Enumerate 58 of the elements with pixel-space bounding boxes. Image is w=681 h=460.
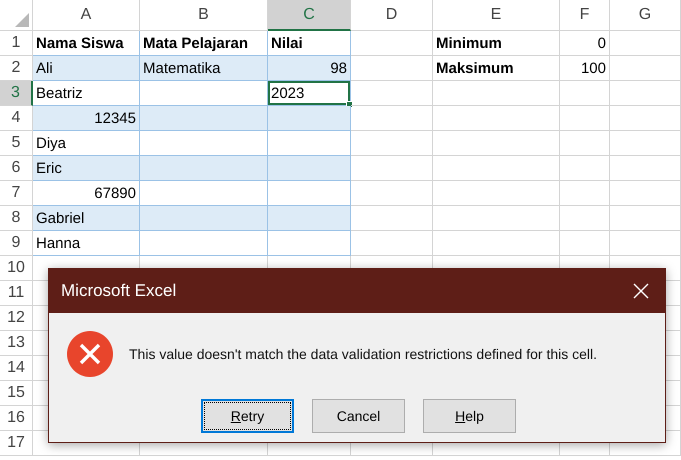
grid-cell — [610, 231, 681, 256]
error-icon — [67, 331, 113, 377]
grid-cell — [610, 206, 681, 231]
column-header[interactable]: D — [351, 0, 433, 31]
cell-label: Minimum — [433, 31, 560, 56]
column-header[interactable]: G — [610, 0, 681, 31]
row-header[interactable]: 17 — [0, 431, 33, 456]
row-header[interactable]: 6 — [0, 156, 33, 181]
grid-cell — [610, 31, 681, 56]
grid-cell — [560, 131, 610, 156]
dialog-title: Microsoft Excel — [61, 281, 176, 301]
table-cell: Gabriel — [33, 206, 140, 231]
row-header[interactable]: 11 — [0, 281, 33, 306]
grid-cell — [610, 106, 681, 131]
table-cell: Hanna — [33, 231, 140, 256]
dialog-button[interactable]: Help — [423, 399, 516, 433]
column-header[interactable]: A — [33, 0, 140, 31]
row-header[interactable]: 4 — [0, 106, 33, 131]
row-header[interactable]: 14 — [0, 356, 33, 381]
row-header[interactable]: 12 — [0, 306, 33, 331]
table-cell: 12345 — [33, 106, 140, 131]
table-cell: Matematika — [140, 56, 268, 81]
column-header[interactable]: C — [268, 0, 351, 31]
grid-cell — [560, 206, 610, 231]
column-header[interactable]: B — [140, 0, 268, 31]
row-header[interactable]: 10 — [0, 256, 33, 281]
grid-cell — [610, 181, 681, 206]
grid-cell — [560, 181, 610, 206]
row-header[interactable]: 15 — [0, 381, 33, 406]
error-message: This value doesn't match the data validation restrictions defined for this cell. — [129, 346, 598, 362]
row-header[interactable]: 8 — [0, 206, 33, 231]
column-header[interactable]: F — [560, 0, 610, 31]
grid-cell — [610, 131, 681, 156]
grid-cell — [560, 81, 610, 106]
row-header[interactable]: 3 — [0, 81, 33, 106]
grid-cell — [610, 156, 681, 181]
row-header[interactable]: 13 — [0, 331, 33, 356]
dialog-button[interactable]: Cancel — [312, 399, 405, 433]
cell-label: Maksimum — [433, 56, 560, 81]
row-header[interactable]: 9 — [0, 231, 33, 256]
grid-cell — [610, 81, 681, 106]
column-header[interactable]: E — [433, 0, 560, 31]
row-header[interactable]: 1 — [0, 31, 33, 56]
row-header[interactable]: 2 — [0, 56, 33, 81]
grid-cell — [560, 106, 610, 131]
row-header[interactable]: 5 — [0, 131, 33, 156]
table-cell: 98 — [268, 56, 351, 81]
grid-cell — [610, 56, 681, 81]
grid-cell — [560, 156, 610, 181]
dialog-button[interactable]: Retry — [201, 399, 294, 433]
row-header[interactable]: 7 — [0, 181, 33, 206]
table-cell: 0 — [560, 31, 610, 56]
table-cell: Ali — [33, 56, 140, 81]
table-cell: 100 — [560, 56, 610, 81]
row-header[interactable]: 16 — [0, 406, 33, 431]
active-cell: 2023 — [268, 81, 351, 106]
table-cell: Eric — [33, 156, 140, 181]
close-icon[interactable] — [633, 283, 649, 299]
